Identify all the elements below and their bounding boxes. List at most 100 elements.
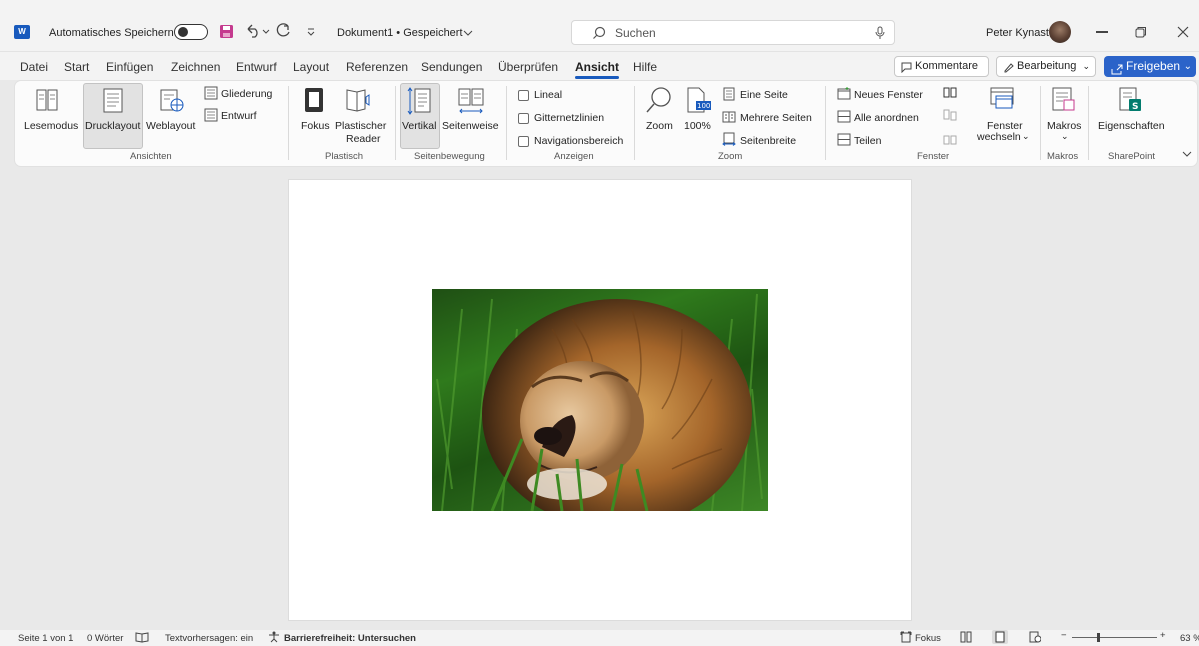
plastischer-reader-line2[interactable]: Reader bbox=[346, 133, 380, 145]
zoom-button[interactable]: Zoom bbox=[646, 120, 673, 132]
editing-mode-button[interactable]: Bearbeitung ⌄ bbox=[996, 56, 1096, 77]
reading-mode-icon bbox=[36, 88, 58, 114]
vertical-scroll-icon bbox=[406, 87, 432, 115]
lineal-label: Lineal bbox=[534, 89, 563, 101]
view-side-by-side-icon[interactable] bbox=[943, 87, 957, 99]
svg-text:S: S bbox=[1132, 102, 1138, 112]
outline-icon bbox=[204, 86, 218, 100]
chevron-down-icon[interactable]: ⌄ bbox=[1022, 131, 1030, 142]
eigenschaften-button[interactable]: Eigenschaften bbox=[1098, 120, 1165, 132]
zoom-in-icon[interactable]: + bbox=[1160, 630, 1166, 641]
document-name[interactable]: Dokument1 • Gespeichert bbox=[337, 27, 463, 39]
search-input[interactable]: Suchen bbox=[571, 20, 895, 45]
draft-icon bbox=[204, 108, 218, 122]
title-bar: W Automatisches Speichern Dokument1 • Ge… bbox=[0, 0, 1199, 52]
fokus-button[interactable]: Fokus bbox=[301, 120, 330, 132]
synchronous-scrolling-icon[interactable] bbox=[943, 109, 957, 121]
tab-ueberpruefen[interactable]: Überprüfen bbox=[498, 60, 558, 74]
weblayout-button[interactable]: Weblayout bbox=[146, 120, 195, 132]
tab-datei[interactable]: Datei bbox=[20, 60, 48, 74]
group-divider bbox=[1040, 86, 1041, 160]
editing-mode-label: Bearbeitung bbox=[1017, 60, 1077, 72]
text-predictions[interactable]: Textvorhersagen: ein bbox=[165, 633, 253, 644]
proofing-book-icon[interactable] bbox=[135, 631, 149, 643]
lineal-checkbox[interactable] bbox=[518, 90, 529, 101]
undo-dropdown-icon[interactable] bbox=[262, 27, 270, 35]
seitenweise-button[interactable]: Seitenweise bbox=[442, 120, 499, 132]
alle-anordnen-button[interactable]: Alle anordnen bbox=[854, 112, 919, 124]
lion-image[interactable] bbox=[432, 289, 768, 511]
avatar[interactable] bbox=[1049, 21, 1071, 43]
redo-icon[interactable] bbox=[276, 23, 292, 39]
vertikal-label: Vertikal bbox=[402, 120, 437, 132]
print-layout-view-icon[interactable] bbox=[992, 630, 1008, 644]
autosave-label: Automatisches Speichern bbox=[49, 27, 174, 39]
undo-icon[interactable] bbox=[244, 23, 262, 39]
one-page-icon bbox=[723, 87, 735, 101]
focus-icon bbox=[900, 631, 912, 643]
split-icon bbox=[837, 133, 851, 146]
plastischer-reader-line1[interactable]: Plastischer bbox=[335, 120, 386, 132]
microphone-icon[interactable] bbox=[874, 26, 886, 40]
tab-einfuegen[interactable]: Einfügen bbox=[106, 60, 153, 74]
focus-button[interactable]: Fokus bbox=[915, 633, 941, 644]
tab-hilfe[interactable]: Hilfe bbox=[633, 60, 657, 74]
word-count[interactable]: 0 Wörter bbox=[87, 633, 123, 644]
entwurf-button[interactable]: Entwurf bbox=[221, 110, 257, 122]
print-layout-icon bbox=[103, 88, 123, 114]
zoom-level[interactable]: 63 % bbox=[1180, 633, 1199, 644]
tab-entwurf[interactable]: Entwurf bbox=[236, 60, 277, 74]
comment-icon bbox=[901, 61, 912, 80]
zoom-100-button[interactable]: 100% bbox=[684, 120, 711, 132]
side-to-side-icon bbox=[457, 87, 485, 115]
share-button[interactable]: Freigeben ⌄ bbox=[1104, 56, 1196, 77]
neues-fenster-button[interactable]: Neues Fenster bbox=[854, 89, 923, 101]
tab-referenzen[interactable]: Referenzen bbox=[346, 60, 408, 74]
tab-sendungen[interactable]: Sendungen bbox=[421, 60, 482, 74]
group-divider bbox=[506, 86, 507, 160]
seitenbreite-button[interactable]: Seitenbreite bbox=[740, 135, 796, 147]
lesemodus-button[interactable]: Lesemodus bbox=[24, 120, 78, 132]
customize-quick-access-icon[interactable] bbox=[306, 27, 316, 37]
group-divider bbox=[825, 86, 826, 160]
zoom-slider[interactable] bbox=[1072, 637, 1157, 638]
focus-mode-icon bbox=[304, 87, 324, 113]
tab-zeichnen[interactable]: Zeichnen bbox=[171, 60, 220, 74]
immersive-reader-icon bbox=[345, 87, 373, 113]
pencil-icon bbox=[1003, 61, 1014, 80]
chevron-down-icon[interactable] bbox=[463, 28, 473, 36]
web-layout-view-icon[interactable] bbox=[1029, 631, 1042, 643]
accessibility-check[interactable]: Barrierefreiheit: Untersuchen bbox=[284, 633, 416, 644]
tab-layout[interactable]: Layout bbox=[293, 60, 329, 74]
group-divider bbox=[634, 86, 635, 160]
gitternetzlinien-checkbox[interactable] bbox=[518, 113, 529, 124]
minimize-icon[interactable] bbox=[1096, 31, 1108, 33]
save-icon[interactable] bbox=[219, 24, 234, 39]
teilen-button[interactable]: Teilen bbox=[854, 135, 881, 147]
zoom-out-icon[interactable]: − bbox=[1061, 630, 1067, 641]
properties-icon: S bbox=[1118, 86, 1144, 114]
collapse-ribbon-icon[interactable] bbox=[1182, 149, 1192, 157]
tab-ansicht[interactable]: Ansicht bbox=[575, 60, 620, 79]
close-icon[interactable] bbox=[1177, 26, 1189, 38]
restore-icon[interactable] bbox=[1135, 26, 1147, 38]
zoom-slider-thumb[interactable] bbox=[1097, 633, 1100, 642]
status-bar: Seite 1 von 1 0 Wörter Textvorhersagen: … bbox=[0, 630, 1199, 646]
navigationsbereich-checkbox[interactable] bbox=[518, 136, 529, 147]
group-label-zoom: Zoom bbox=[718, 151, 743, 162]
eine-seite-button[interactable]: Eine Seite bbox=[740, 89, 788, 101]
group-label-seitenbewegung: Seitenbewegung bbox=[414, 151, 485, 162]
tab-start[interactable]: Start bbox=[64, 60, 89, 74]
gliederung-button[interactable]: Gliederung bbox=[221, 88, 272, 100]
comments-button[interactable]: Kommentare bbox=[894, 56, 989, 77]
group-label-anzeigen: Anzeigen bbox=[554, 151, 594, 162]
reset-window-position-icon[interactable] bbox=[943, 133, 957, 145]
page-count[interactable]: Seite 1 von 1 bbox=[18, 633, 73, 644]
mehrere-seiten-button[interactable]: Mehrere Seiten bbox=[740, 112, 812, 124]
fenster-wechseln-line2[interactable]: wechseln bbox=[977, 131, 1021, 143]
user-name[interactable]: Peter Kynast bbox=[986, 27, 1049, 39]
read-mode-view-icon[interactable] bbox=[960, 631, 972, 643]
chevron-down-icon[interactable]: ⌄ bbox=[1061, 131, 1069, 142]
autosave-toggle[interactable] bbox=[174, 24, 208, 40]
svg-text:100: 100 bbox=[697, 102, 710, 110]
